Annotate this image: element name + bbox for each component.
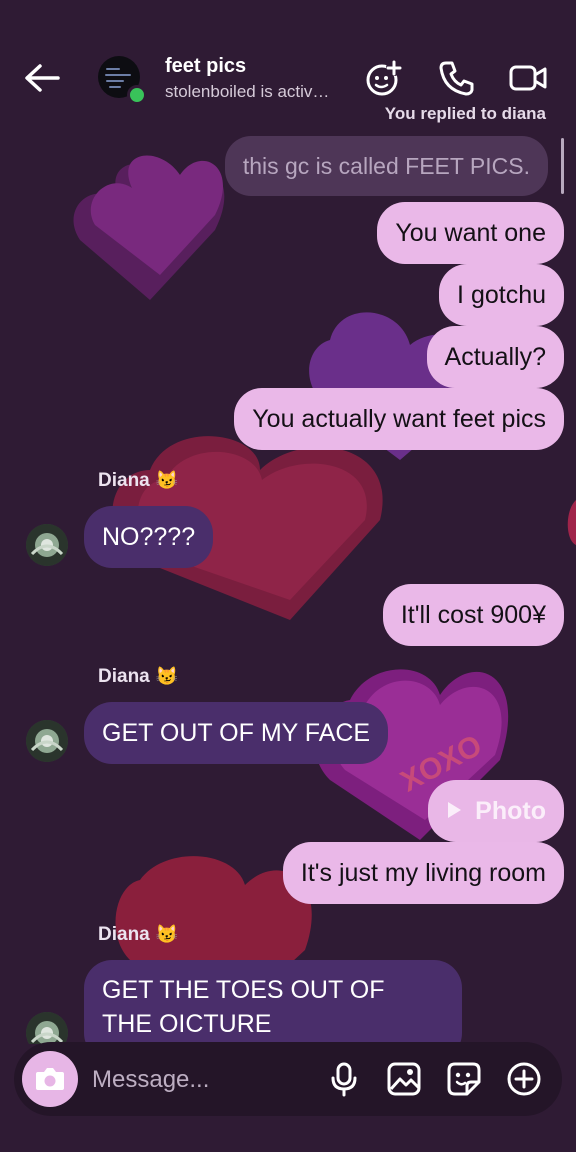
their-message[interactable]: GET OUT OF MY FACE xyxy=(84,702,389,764)
sender-avatar[interactable] xyxy=(26,720,68,762)
photo-label: Photo xyxy=(475,797,546,825)
sender-name: Diana 😼 xyxy=(98,924,178,946)
effects-icon[interactable] xyxy=(364,58,404,98)
camera-button[interactable] xyxy=(22,1051,78,1107)
my-message[interactable]: You want one xyxy=(377,202,564,264)
back-arrow-icon[interactable] xyxy=(22,60,62,96)
my-message[interactable]: Actually? xyxy=(426,326,564,388)
message-list[interactable]: You replied to diana this gc is called F… xyxy=(0,100,576,1044)
their-message[interactable]: GET THE TOES OUT OF THE OICTURE xyxy=(84,960,462,1044)
online-status-dot xyxy=(127,85,147,105)
chat-header: feet pics stolenboiled is active now xyxy=(0,0,576,120)
my-message[interactable]: It's just my living room xyxy=(282,842,564,904)
camera-icon xyxy=(36,1068,64,1090)
their-message[interactable]: NO???? xyxy=(84,506,214,568)
my-message[interactable]: You actually want feet pics xyxy=(234,388,564,450)
scroll-indicator[interactable] xyxy=(561,138,564,194)
cat-emoji-icon: 😼 xyxy=(155,666,179,686)
replied-message-quote[interactable]: this gc is called FEET PICS. xyxy=(224,136,548,196)
message-composer xyxy=(14,1042,562,1116)
video-camera-icon[interactable] xyxy=(508,58,548,98)
sticker-icon[interactable] xyxy=(446,1061,482,1097)
cat-emoji-icon: 😼 xyxy=(155,924,179,944)
microphone-icon[interactable] xyxy=(326,1061,362,1097)
sender-name: Diana 😼 xyxy=(98,666,178,688)
my-message[interactable]: I gotchu xyxy=(439,264,564,326)
sender-name: Diana 😼 xyxy=(98,470,178,492)
phone-icon[interactable] xyxy=(436,58,476,98)
play-icon xyxy=(448,802,462,819)
message-input[interactable] xyxy=(90,1059,314,1101)
photo-message[interactable]: Photo xyxy=(428,780,564,842)
group-avatar[interactable] xyxy=(98,56,147,105)
chat-subtitle[interactable]: stolenboiled is active now xyxy=(165,82,337,102)
sender-avatar[interactable] xyxy=(26,524,68,566)
sender-name-text: Diana xyxy=(98,470,150,491)
chat-title[interactable]: feet pics xyxy=(165,55,246,78)
plus-icon[interactable] xyxy=(506,1061,542,1097)
sender-name-text: Diana xyxy=(98,924,150,945)
cat-emoji-icon: 😼 xyxy=(155,470,179,490)
sender-avatar[interactable] xyxy=(26,1012,68,1044)
sender-name-text: Diana xyxy=(98,666,150,687)
gallery-icon[interactable] xyxy=(386,1061,422,1097)
my-message[interactable]: It'll cost 900¥ xyxy=(382,584,564,646)
